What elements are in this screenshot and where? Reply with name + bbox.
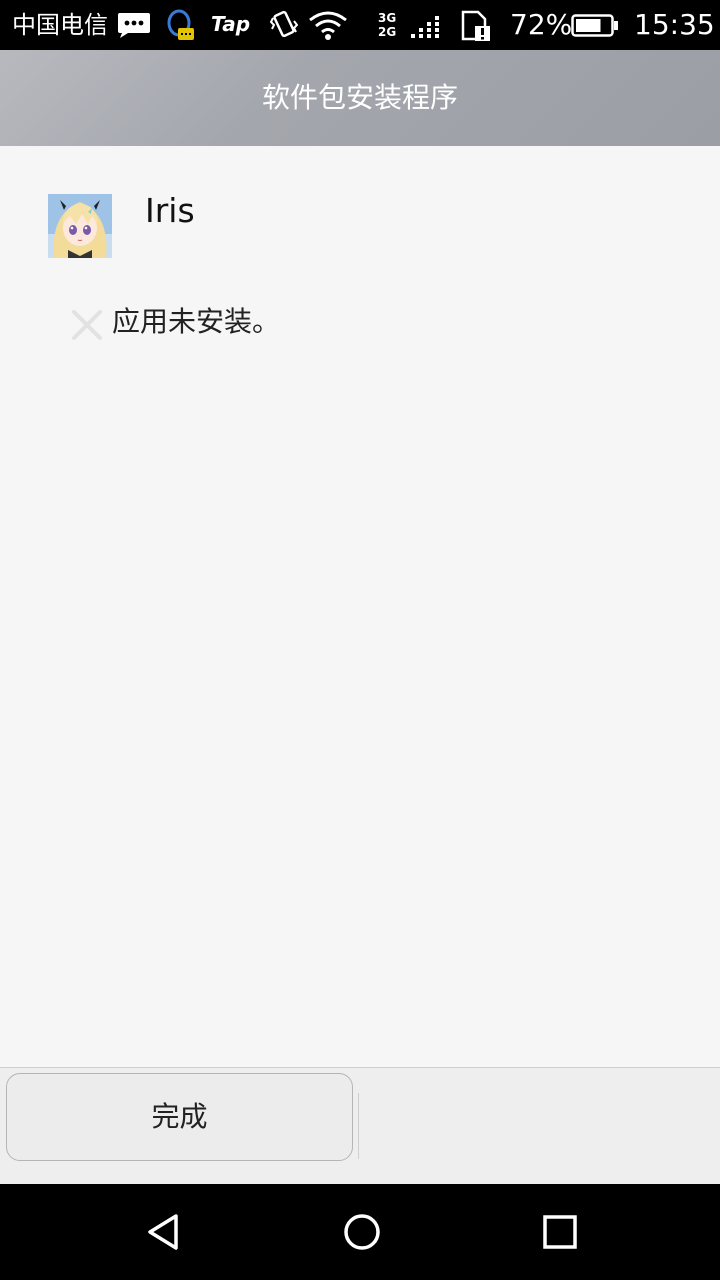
message-icon [116,11,152,39]
tap-icon: Tap [211,12,251,36]
app-avatar-icon [48,194,112,258]
network-type-top: 3G [378,11,397,25]
wifi-icon [308,10,348,40]
battery-icon [571,14,619,38]
button-bar: 完成 [0,1067,720,1185]
done-button[interactable]: 完成 [6,1073,353,1161]
close-icon [70,308,104,342]
status-bar: 中国电信 Tap 3G 2G 72% 15:35 [0,0,720,50]
install-status-message: 应用未安装。 [112,305,281,338]
navigation-bar [0,1184,720,1280]
vibrate-icon [269,9,299,41]
title-bar: 软件包安装程序 [0,50,720,146]
clock: 15:35 [634,8,715,41]
app-name: Iris [145,191,195,230]
page-title: 软件包安装程序 [261,81,458,114]
network-type-bottom: 2G [378,25,397,39]
carrier-name: 中国电信 [12,11,108,39]
recents-icon[interactable] [538,1210,582,1254]
back-icon[interactable] [142,1210,186,1254]
button-divider [358,1093,359,1159]
battery-percent: 72% [510,8,573,41]
qq-icon [164,8,198,44]
home-icon[interactable] [340,1210,384,1254]
network-type: 3G 2G [378,11,396,39]
sim-alert-icon [460,9,492,43]
signal-icon [410,12,444,40]
